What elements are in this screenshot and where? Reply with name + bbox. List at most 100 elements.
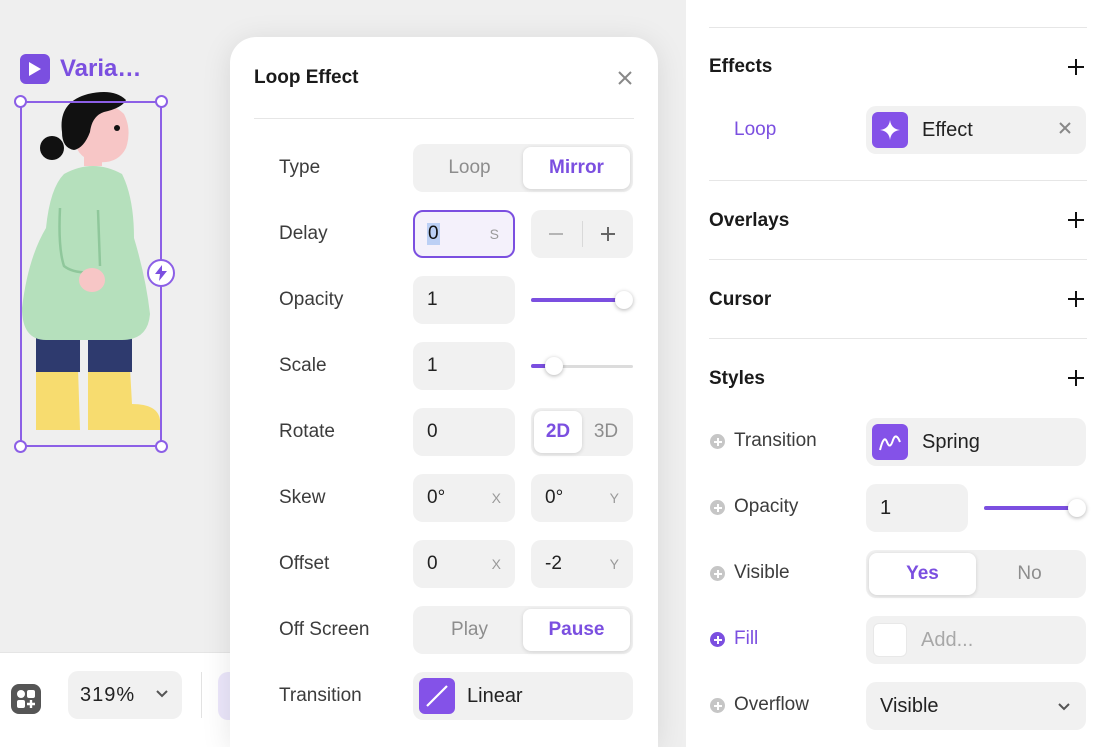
style-transition-select[interactable]: Spring (866, 418, 1086, 466)
slider-knob[interactable] (545, 357, 563, 375)
offset-x-input[interactable]: 0 X (413, 540, 515, 588)
selection-box[interactable] (20, 101, 162, 447)
remove-effect-close-icon[interactable] (1058, 121, 1072, 135)
add-cursor-plus-icon[interactable] (1067, 290, 1085, 308)
style-opacity-slider[interactable] (984, 498, 1086, 518)
transition-add-icon[interactable] (710, 434, 725, 449)
opacity-add-icon[interactable] (710, 500, 725, 515)
divider (709, 259, 1087, 260)
add-effect-plus-icon[interactable] (1067, 58, 1085, 76)
transition-select[interactable]: Linear (413, 672, 633, 720)
skew-x-input[interactable]: 0° X (413, 474, 515, 522)
axis-x-label: X (491, 556, 501, 572)
interaction-handle[interactable] (147, 259, 175, 287)
off-screen-option-pause[interactable]: Pause (523, 609, 630, 651)
skew-label: Skew (279, 487, 326, 508)
style-visible-label: Visible (734, 562, 790, 583)
offset-x-value: 0 (427, 553, 438, 574)
add-style-plus-icon[interactable] (1067, 369, 1085, 387)
skew-y-input[interactable]: 0° Y (531, 474, 633, 522)
fill-color-swatch[interactable] (873, 623, 907, 657)
slider-knob[interactable] (1068, 499, 1086, 517)
type-label: Type (279, 157, 321, 178)
offset-y-input[interactable]: -2 Y (531, 540, 633, 588)
rotate-label: Rotate (279, 421, 335, 442)
slider-knob[interactable] (615, 291, 633, 309)
fill-input[interactable]: Add... (866, 616, 1086, 664)
close-icon[interactable] (615, 68, 635, 88)
dialog-title: Loop Effect (254, 67, 359, 88)
style-transition-label: Transition (734, 430, 817, 451)
type-option-loop[interactable]: Loop (416, 147, 523, 189)
off-screen-segmented: Play Pause (413, 606, 633, 654)
frame-label[interactable]: Varia… (20, 54, 141, 84)
overflow-add-icon[interactable] (710, 698, 725, 713)
properties-panel: Effects Loop Effect Overlays Cursor Styl… (686, 0, 1100, 747)
toolbar-divider (201, 672, 202, 718)
skew-x-value: 0° (427, 487, 446, 508)
delay-stepper (531, 210, 633, 258)
opacity-input[interactable]: 1 (413, 276, 515, 324)
resize-handle-top-left[interactable] (14, 95, 27, 108)
type-option-mirror[interactable]: Mirror (523, 147, 630, 189)
opacity-value: 1 (427, 289, 438, 310)
loop-label[interactable]: Loop (734, 119, 776, 141)
components-icon[interactable] (10, 683, 42, 715)
divider (709, 27, 1087, 28)
resize-handle-top-right[interactable] (155, 95, 168, 108)
opacity-slider[interactable] (531, 290, 633, 310)
offset-label: Offset (279, 553, 330, 574)
skew-y-value: 0° (545, 487, 564, 508)
cursor-heading: Cursor (709, 289, 772, 310)
style-fill-label[interactable]: Fill (734, 628, 758, 650)
increment-button[interactable] (583, 225, 634, 243)
delay-label: Delay (279, 223, 328, 244)
off-screen-option-play[interactable]: Play (416, 609, 523, 651)
delay-input[interactable]: 0 S (413, 210, 515, 258)
scale-input[interactable]: 1 (413, 342, 515, 390)
styles-heading: Styles (709, 368, 765, 389)
resize-handle-bottom-right[interactable] (155, 440, 168, 453)
lightning-icon (155, 265, 167, 281)
rotate-mode-segmented: 2D 3D (531, 408, 633, 456)
overlays-heading: Overlays (709, 210, 790, 231)
style-transition-value: Spring (922, 430, 980, 453)
scale-label: Scale (279, 355, 327, 376)
decrement-button[interactable] (531, 225, 582, 243)
visible-add-icon[interactable] (710, 566, 725, 581)
effect-field[interactable]: Effect (866, 106, 1086, 154)
style-opacity-label: Opacity (734, 496, 799, 517)
overflow-select[interactable]: Visible (866, 682, 1086, 730)
zoom-select[interactable]: 319% (68, 671, 182, 719)
axis-x-label: X (491, 490, 501, 506)
visible-option-yes[interactable]: Yes (869, 553, 976, 595)
fill-placeholder: Add... (921, 628, 974, 651)
zoom-value: 319% (80, 683, 136, 706)
offset-y-value: -2 (545, 553, 562, 574)
rotate-value: 0 (427, 421, 438, 442)
rotate-mode-2d[interactable]: 2D (534, 411, 582, 453)
visible-option-no[interactable]: No (976, 553, 1083, 595)
divider (709, 180, 1087, 181)
chevron-down-icon (1058, 703, 1070, 711)
delay-value: 0 (427, 223, 440, 245)
style-opacity-input[interactable]: 1 (866, 484, 968, 532)
sparkle-icon (872, 112, 908, 148)
play-icon[interactable] (20, 54, 50, 84)
add-overlay-plus-icon[interactable] (1067, 211, 1085, 229)
plus-icon (600, 227, 615, 241)
frame-name[interactable]: Varia… (60, 55, 141, 83)
rotate-mode-3d[interactable]: 3D (582, 411, 630, 453)
scale-slider[interactable] (531, 356, 633, 376)
fill-add-icon[interactable] (710, 632, 725, 647)
opacity-label: Opacity (279, 289, 344, 310)
rotate-input[interactable]: 0 (413, 408, 515, 456)
delay-unit: S (489, 226, 499, 242)
chevron-down-icon (156, 690, 168, 698)
linear-curve-icon (419, 678, 455, 714)
effect-value: Effect (922, 118, 973, 141)
resize-handle-bottom-left[interactable] (14, 440, 27, 453)
off-screen-label: Off Screen (279, 619, 370, 640)
visible-segmented: Yes No (866, 550, 1086, 598)
loop-effect-dialog: Loop Effect Type Loop Mirror Delay 0 S O… (230, 37, 658, 747)
